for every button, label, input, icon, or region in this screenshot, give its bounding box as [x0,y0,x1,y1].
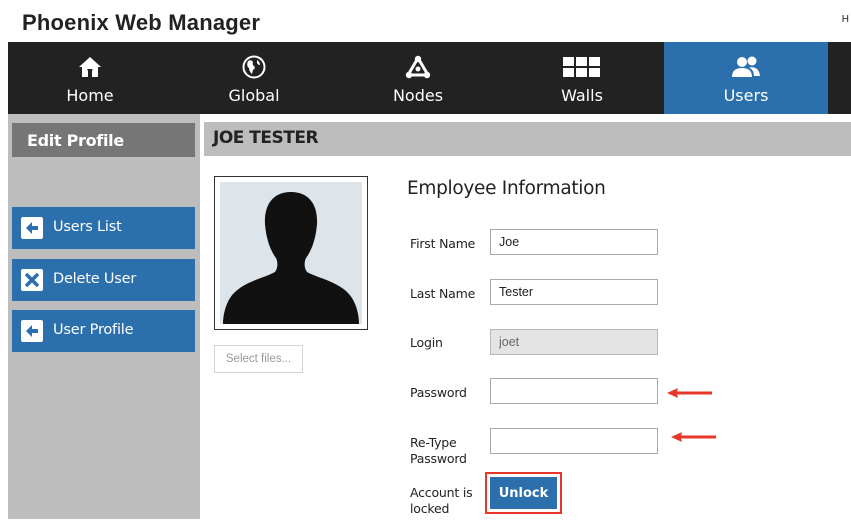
delete-x-icon [21,269,43,291]
account-status-label: Account is locked [410,485,473,517]
retype-password-label: Re-Type Password [410,435,467,467]
walls-grid-icon [500,54,664,80]
login-field [490,329,658,355]
nav-item-home[interactable]: Home [8,42,172,114]
arrow-left-icon [21,217,43,239]
profile-header-bar: JOE TESTER [204,122,851,156]
nav-label-global: Global [228,86,280,105]
nav-label-walls: Walls [561,86,603,105]
nav-label-nodes: Nodes [392,86,444,105]
user-profile-label: User Profile [53,322,134,338]
annotation-arrow-icon [671,432,716,442]
unlock-button[interactable]: Unlock [490,477,557,509]
nav-item-users[interactable]: Users [664,42,828,114]
account-status-line2: locked [410,501,450,516]
nav-item-nodes[interactable]: Nodes [336,42,500,114]
app-header: Phoenix Web Manager H [8,0,851,42]
users-icon [664,54,828,80]
retype-password-label-line1: Re-Type [410,435,457,450]
users-list-button[interactable]: Users List [12,207,195,249]
section-title: Employee Information [407,178,606,199]
nav-item-walls[interactable]: Walls [500,42,664,114]
nav-item-global[interactable]: Global [172,42,336,114]
nav-label-home: Home [66,86,114,105]
user-profile-button[interactable]: User Profile [12,310,195,352]
select-files-button[interactable]: Select files... [214,345,303,373]
globe-icon [172,54,336,80]
app-title: Phoenix Web Manager [22,10,261,35]
nodes-icon [336,54,500,80]
last-name-label: Last Name [410,286,476,301]
first-name-field[interactable] [490,229,658,255]
retype-password-label-line2: Password [410,451,467,466]
profile-user-name: JOE TESTER [213,128,319,148]
main-nav: Home Global Nodes Walls Users [8,42,851,114]
password-field[interactable] [490,378,658,404]
nav-label-users: Users [723,86,769,105]
avatar-placeholder-icon [220,182,362,324]
annotation-arrow-icon [667,388,712,398]
last-name-field[interactable] [490,279,658,305]
arrow-left-icon [21,320,43,342]
header-edge-text: H [841,14,849,25]
first-name-label: First Name [410,236,476,251]
profile-photo-frame [214,176,368,330]
sidebar-title: Edit Profile [12,123,195,157]
retype-password-field[interactable] [490,428,658,454]
users-list-label: Users List [53,219,122,235]
delete-user-button[interactable]: Delete User [12,259,195,301]
sidebar: Edit Profile Users List Delete User User… [8,114,200,529]
login-label: Login [410,335,443,350]
home-icon [8,54,172,80]
password-label: Password [410,385,467,400]
delete-user-label: Delete User [53,271,137,287]
account-status-line1: Account is [410,485,473,500]
bottom-strip [8,519,851,529]
